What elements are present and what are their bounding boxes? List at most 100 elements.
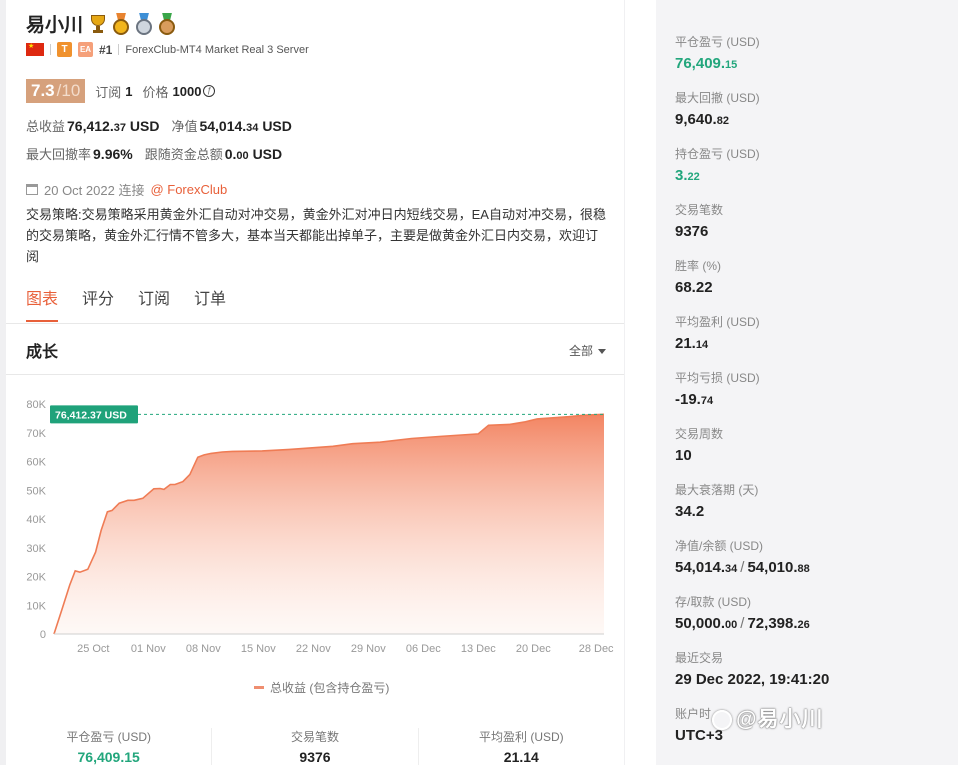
follow-funds-value: 0.00 USD [224,146,283,162]
tab-bar: 图表 评分 订阅 订单 [26,285,226,322]
trophy-icon [88,14,108,34]
coin-icon: ƒ [203,85,216,97]
legend-label: 总收益 (包含持仓盈亏) [270,681,390,695]
stat-value: 68.22 [675,279,713,296]
subscribe-count: 1 [125,83,133,99]
growth-chart: 0 10K 20K 30K 40K 50K 60K 70K 80K 25 Oct 01 Nov 08… [26,399,614,655]
equity-value: 54,014.34 USD [199,118,292,134]
tab-chart[interactable]: 图表 [26,285,59,322]
separator [118,44,120,55]
stat-value: 9,640.82 [675,111,729,128]
weibo-icon [712,710,732,731]
total-profit-value: 76,412.37 USD [67,118,160,134]
trader-profile-panel: 易小川 T EA #1 ForexClub-MT4 Market Real 3 … [6,0,624,765]
trader-meta: T EA #1 ForexClub-MT4 Market Real 3 Serv… [26,42,309,57]
stat-label: 持仓盈亏 (USD) [675,147,760,161]
broker-link[interactable]: @ ForexClub [150,182,227,197]
gold-medal-icon [111,12,131,35]
divider [6,374,624,375]
separator [50,44,51,55]
sidebar-last-trade: 最近交易 29 Dec 2022, 19:41:20 [675,649,829,688]
strategy-description: 交易策略:交易策略采用黄金外汇自动对冲交易，黄金外汇对冲日内短线交易，EA自动对… [26,207,606,264]
price-value: 1000 [172,83,202,99]
sidebar-win-rate: 胜率 (%) 68.22 [675,257,721,296]
chart-legend[interactable]: 总收益 (包含持仓盈亏) [254,679,389,696]
stat-label: 交易周数 [675,427,724,441]
sidebar-avg-loss: 平均亏损 (USD) -19.74 [675,369,760,408]
stat-value: 21.14 [675,335,709,352]
stat-label: 净值/余额 (USD) [675,539,763,553]
china-flag-icon [26,42,44,56]
sidebar-closed-pnl: 平仓盈亏 (USD) 76,409.15 [675,33,760,72]
range-select[interactable]: 全部 [569,342,606,359]
x-tick-label: 15 Nov [241,643,276,655]
bottom-stat-value: 9376 [299,749,331,765]
x-tick-label: 01 Nov [131,643,166,655]
subscribe-label: 订阅 [95,84,122,100]
sidebar-max-drawdown: 最大回撤 (USD) 9,640.82 [675,89,760,128]
stat-value: 29 Dec 2022, 19:41:20 [675,671,830,688]
growth-title: 成长 [26,344,59,361]
x-tick-label: 20 Dec [516,643,551,655]
y-tick-label: 50K [26,485,46,497]
y-tick-label: 20K [26,572,46,584]
x-tick-label: 29 Nov [351,643,386,655]
equity-label: 净值 [171,119,198,134]
legend-swatch [254,686,264,689]
x-tick-label: 06 Dec [406,643,441,655]
x-tick-label: 28 Dec [579,643,614,655]
bottom-stat-avg-profit: 平均盈利 (USD) 21.14 [419,728,624,765]
y-tick-label: 60K [26,457,46,469]
profit-equity-row: 总收益 76,412.37 USD 净值 54,014.34 USD [26,116,304,135]
score-denominator: /10 [56,81,81,100]
tab-subscribe[interactable]: 订阅 [138,285,170,322]
rank-badge: #1 [99,42,113,57]
trader-header: 易小川 [26,10,177,37]
stat-label: 平仓盈亏 (USD) [675,35,760,49]
drawdown-follow-row: 最大回撤率 9.96% 跟随资金总额 0.00 USD [26,144,294,163]
bottom-stat-label: 平仓盈亏 (USD) [66,730,151,744]
stat-label: 最大回撤 (USD) [675,91,760,105]
sidebar-equity-balance: 净值/余额 (USD) 54,014.34/54,010.88 [675,537,810,576]
sidebar-trades: 交易笔数 9376 [675,201,723,240]
trader-name[interactable]: 易小川 [26,10,83,37]
total-profit-label: 总收益 [26,119,66,134]
stat-label: 胜率 (%) [675,259,721,273]
divider [6,323,624,324]
ea-badge: EA [78,42,93,57]
score-badge: 7.3/10 [26,79,86,103]
stat-label: 交易笔数 [675,203,724,217]
gap [625,0,656,765]
max-drawdown-value: 9.96% [93,146,133,162]
connection-row: 20 Oct 2022 连接 @ ForexClub [26,180,227,199]
y-tick-label: 40K [26,514,46,526]
sidebar-open-pnl: 持仓盈亏 (USD) 3.22 [675,145,760,184]
price-label: 价格 [142,84,169,100]
x-tick-label: 08 Nov [186,643,221,655]
bottom-stat-label: 平均盈利 (USD) [478,730,564,744]
sidebar-avg-profit: 平均盈利 (USD) 21.14 [675,313,760,352]
stat-value: 76,409.15 [675,55,738,72]
x-tick-label: 13 Dec [461,643,496,655]
bottom-stat-trades: 交易笔数 9376 [212,728,419,765]
stat-label: 最近交易 [675,651,724,665]
stat-value: -19.74 [675,391,714,408]
y-tick-label: 70K [26,428,46,440]
silver-medal-icon [134,12,154,35]
sidebar-max-decay: 最大衰落期 (天) 34.2 [675,481,758,520]
stat-label: 存/取款 (USD) [675,595,751,609]
tab-rating[interactable]: 评分 [82,285,114,322]
bronze-medal-icon [157,12,177,35]
stat-label: 最大衰落期 (天) [675,483,759,497]
tab-orders[interactable]: 订单 [194,285,226,322]
bottom-stats: 平仓盈亏 (USD) 76,409.15 交易笔数 9376 平均盈利 (USD… [6,728,624,765]
score-value: 7.3 [31,81,55,100]
sidebar-trade-weeks: 交易周数 10 [675,425,723,464]
sidebar-deposit-withdraw: 存/取款 (USD) 50,000.00/72,398.26 [675,593,810,632]
stat-label: 平均盈利 (USD) [675,315,760,329]
trader-type-badge: T [57,42,72,57]
connection-date: 20 Oct 2022 连接 [44,183,145,198]
x-tick-label: 22 Nov [296,643,331,655]
current-value-label: 76,412.37 USD [55,409,127,421]
x-tick-label: 25 Oct [77,643,109,655]
